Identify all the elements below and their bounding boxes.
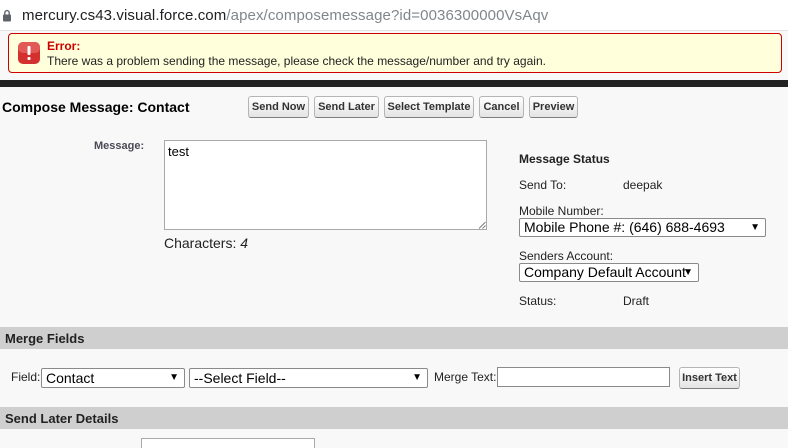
- insert-text-button[interactable]: Insert Text: [679, 367, 740, 389]
- message-status-title: Message Status: [519, 152, 610, 166]
- merge-field-select[interactable]: --Select Field-- ▼: [189, 368, 428, 388]
- send-later-button[interactable]: Send Later: [314, 96, 379, 118]
- send-later-title: Send Later Details: [5, 411, 119, 426]
- mobile-number-select[interactable]: Mobile Phone #: (646) 688-4693 ▼: [519, 218, 766, 237]
- merge-object-select[interactable]: Contact ▼: [41, 368, 185, 388]
- senders-account-label: Senders Account:: [519, 249, 614, 263]
- error-message-box: Error: There was a problem sending the m…: [8, 33, 782, 73]
- characters-label: Characters:: [164, 235, 237, 251]
- merge-fields-section-header: Merge Fields: [0, 327, 788, 349]
- error-icon: [18, 42, 40, 64]
- merge-text-input[interactable]: [497, 367, 670, 387]
- message-label: Message:: [94, 140, 145, 152]
- character-count: Characters: 4: [164, 235, 248, 251]
- url-host: mercury.cs43.visual.force.com: [22, 7, 227, 24]
- send-now-button[interactable]: Send Now: [248, 96, 309, 118]
- preview-button[interactable]: Preview: [529, 96, 578, 118]
- mobile-number-label: Mobile Number:: [519, 204, 604, 218]
- page-block-top-border: [0, 80, 788, 87]
- error-title: Error:: [47, 39, 81, 53]
- senders-account-select[interactable]: Company Default Account ▼: [519, 263, 699, 282]
- merge-fields-title: Merge Fields: [5, 331, 85, 346]
- lock-icon: [3, 9, 11, 22]
- page-title: Compose Message: Contact: [2, 99, 190, 115]
- error-text: There was a problem sending the message,…: [47, 54, 546, 68]
- mobile-number-selected: Mobile Phone #: (646) 688-4693: [524, 219, 725, 235]
- senders-account-selected: Company Default Account: [524, 264, 686, 280]
- resize-grip-icon[interactable]: [478, 221, 486, 229]
- cancel-button[interactable]: Cancel: [479, 96, 524, 118]
- status-value: Draft: [623, 294, 650, 308]
- merge-object-selected: Contact: [46, 370, 95, 386]
- send-later-input[interactable]: [141, 438, 315, 448]
- merge-text-label: Merge Text:: [434, 370, 497, 384]
- url-path: /apex/composemessage?id=0036300000VsAqv: [226, 7, 549, 24]
- send-to-label: Send To:: [519, 178, 567, 192]
- send-to-value: deepak: [623, 178, 663, 192]
- page-block-header: Compose Message: Contact Send Now Send L…: [0, 87, 788, 127]
- message-textarea[interactable]: test: [164, 140, 487, 230]
- dropdown-arrow-icon: ▼: [683, 267, 693, 278]
- dropdown-arrow-icon: ▼: [750, 222, 760, 233]
- dropdown-arrow-icon: ▼: [169, 372, 179, 383]
- browser-address-bar[interactable]: mercury.cs43.visual.force.com/apex/compo…: [0, 0, 788, 31]
- status-label: Status:: [519, 294, 557, 308]
- url-text[interactable]: mercury.cs43.visual.force.com/apex/compo…: [22, 7, 548, 24]
- characters-value: 4: [240, 235, 249, 251]
- dropdown-arrow-icon: ▼: [412, 372, 422, 383]
- send-later-section-header: Send Later Details: [0, 407, 788, 429]
- field-label: Field:: [11, 370, 41, 384]
- merge-field-selected: --Select Field--: [194, 370, 286, 386]
- select-template-button[interactable]: Select Template: [384, 96, 474, 118]
